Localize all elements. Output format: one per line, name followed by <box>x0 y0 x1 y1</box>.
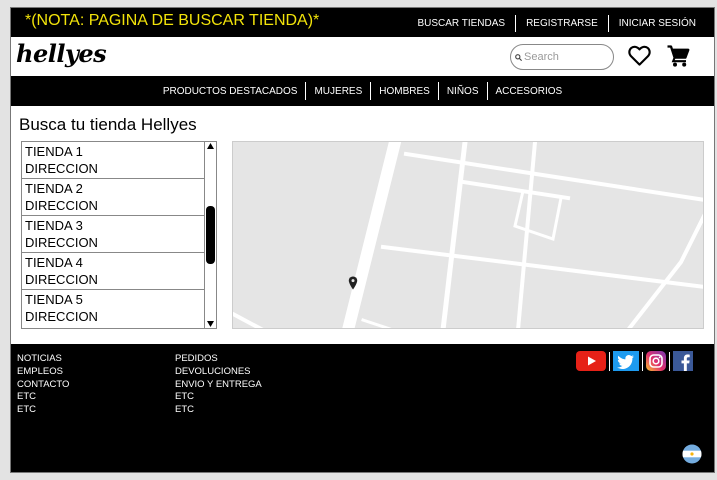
store-item[interactable]: TIENDA 5 DIRECCION <box>22 290 205 327</box>
footer-link-pedidos[interactable]: PEDIDOS <box>175 353 262 366</box>
nav-ninos[interactable]: NIÑOS <box>439 86 487 97</box>
footer-link-etc[interactable]: ETC <box>17 404 69 417</box>
store-list-scrollbar[interactable] <box>204 142 216 328</box>
store-address: DIRECCION <box>25 235 98 250</box>
divider <box>642 351 643 371</box>
nav-mujeres[interactable]: MUJERES <box>306 86 370 97</box>
store-name: TIENDA 1 <box>25 144 83 159</box>
divider <box>607 15 609 32</box>
page-frame: *(NOTA: PAGINA DE BUSCAR TIENDA)* BUSCAR… <box>10 7 715 473</box>
footer-link-etc[interactable]: ETC <box>17 391 69 404</box>
store-item[interactable]: TIENDA 2 DIRECCION <box>22 179 205 216</box>
main-nav: PRODUCTOS DESTACADOS MUJERES HOMBRES NIÑ… <box>11 76 714 106</box>
footer-link-noticias[interactable]: NOTICIAS <box>17 353 69 366</box>
store-name: TIENDA 5 <box>25 292 83 307</box>
store-address: DIRECCION <box>25 272 98 287</box>
nav-accesorios[interactable]: ACCESORIOS <box>488 86 571 97</box>
heart-icon[interactable] <box>628 45 651 66</box>
search-box[interactable] <box>510 44 614 70</box>
divider <box>669 351 670 371</box>
top-bar: *(NOTA: PAGINA DE BUSCAR TIENDA)* BUSCAR… <box>11 8 714 37</box>
divider <box>515 15 517 32</box>
nav-productos-destacados[interactable]: PRODUCTOS DESTACADOS <box>155 86 306 97</box>
logo[interactable]: hellyes <box>16 39 107 68</box>
footer-column-1: NOTICIAS EMPLEOS CONTACTO ETC ETC <box>17 353 69 417</box>
scroll-up-icon[interactable] <box>207 143 214 149</box>
divider <box>609 351 610 371</box>
search-input[interactable] <box>524 51 608 63</box>
store-address: DIRECCION <box>25 198 98 213</box>
footer-link-contacto[interactable]: CONTACTO <box>17 379 69 392</box>
twitter-icon[interactable] <box>613 351 639 371</box>
footer: NOTICIAS EMPLEOS CONTACTO ETC ETC PEDIDO… <box>11 344 714 472</box>
instagram-icon[interactable] <box>646 351 666 371</box>
link-iniciar-sesion[interactable]: INICIAR SESIÓN <box>619 18 696 29</box>
cart-icon[interactable] <box>666 44 690 68</box>
footer-link-etc[interactable]: ETC <box>175 404 262 417</box>
store-map[interactable] <box>232 141 704 329</box>
footer-link-envio-y-entrega[interactable]: ENVIO Y ENTREGA <box>175 379 262 392</box>
footer-link-etc[interactable]: ETC <box>175 391 262 404</box>
facebook-icon[interactable] <box>673 351 693 371</box>
footer-link-devoluciones[interactable]: DEVOLUCIONES <box>175 366 262 379</box>
argentina-flag-icon[interactable] <box>682 444 702 464</box>
store-address: DIRECCION <box>25 161 98 176</box>
link-buscar-tiendas[interactable]: BUSCAR TIENDAS <box>417 18 505 29</box>
footer-column-2: PEDIDOS DEVOLUCIONES ENVIO Y ENTREGA ETC… <box>175 353 262 417</box>
nav-hombres[interactable]: HOMBRES <box>371 86 438 97</box>
store-name: TIENDA 3 <box>25 218 83 233</box>
page-note: *(NOTA: PAGINA DE BUSCAR TIENDA)* <box>25 12 320 29</box>
store-name: TIENDA 4 <box>25 255 83 270</box>
social-links <box>576 351 693 371</box>
scrollbar-thumb[interactable] <box>206 206 215 264</box>
store-address: DIRECCION <box>25 309 98 324</box>
map-streets <box>233 142 703 328</box>
store-item[interactable]: TIENDA 1 DIRECCION <box>22 142 205 179</box>
search-icon <box>515 53 522 61</box>
store-item[interactable]: TIENDA 4 DIRECCION <box>22 253 205 290</box>
scroll-down-icon[interactable] <box>207 321 214 327</box>
footer-link-empleos[interactable]: EMPLEOS <box>17 366 69 379</box>
page-title: Busca tu tienda Hellyes <box>19 115 197 134</box>
store-item[interactable]: TIENDA 3 DIRECCION <box>22 216 205 253</box>
top-links: BUSCAR TIENDAS REGISTRARSE INICIAR SESIÓ… <box>417 15 696 32</box>
header: hellyes <box>11 37 714 76</box>
store-name: TIENDA 2 <box>25 181 83 196</box>
map-pin-icon[interactable] <box>348 276 358 290</box>
link-registrarse[interactable]: REGISTRARSE <box>526 18 598 29</box>
store-list[interactable]: TIENDA 1 DIRECCION TIENDA 2 DIRECCION TI… <box>21 141 217 329</box>
youtube-icon[interactable] <box>576 351 606 371</box>
